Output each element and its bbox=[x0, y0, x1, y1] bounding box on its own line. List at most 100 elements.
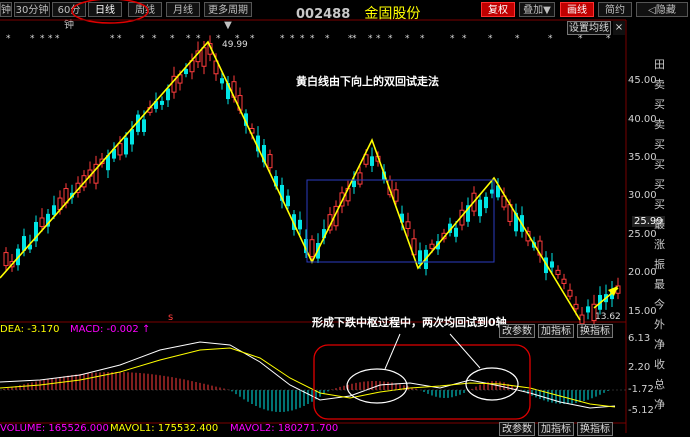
main-annotation: 黄白线由下向上的双回试走法 bbox=[296, 75, 439, 88]
signal-marker: * bbox=[462, 34, 467, 44]
signal-marker: * bbox=[140, 34, 145, 44]
candle-body bbox=[555, 269, 561, 275]
macd-annotation: 形成下跌中枢过程中，两次均回试到0轴 bbox=[312, 316, 507, 329]
signal-marker: * bbox=[186, 34, 191, 44]
candle-body bbox=[567, 289, 573, 297]
signal-marker: * bbox=[388, 34, 393, 44]
candle-body bbox=[490, 189, 494, 194]
signal-marker: * bbox=[352, 34, 357, 44]
candle-body bbox=[267, 154, 273, 169]
signal-marker: * bbox=[170, 34, 175, 44]
ma-close-icon[interactable]: × bbox=[613, 21, 625, 35]
candle-body bbox=[393, 189, 399, 202]
signal-marker: * bbox=[368, 34, 373, 44]
signal-marker: * bbox=[488, 34, 493, 44]
price-tick: 15.00 bbox=[628, 306, 657, 317]
candle-body bbox=[124, 137, 128, 155]
trend-line bbox=[0, 40, 581, 321]
signal-marker: * bbox=[30, 34, 35, 44]
candle-body bbox=[142, 119, 146, 132]
vol-switch-indicator-button[interactable]: 换指标 bbox=[577, 422, 613, 436]
vol-add-indicator-button[interactable]: 加指标 bbox=[538, 422, 574, 436]
signal-markers: * * * * * * * * * * * * * * * * * * * * * * * * * * * * * * * * * * bbox=[6, 34, 611, 44]
signal-marker: * bbox=[300, 34, 305, 44]
quote-side-label: 涨 bbox=[654, 238, 665, 251]
candle-body bbox=[454, 227, 458, 237]
candle-body bbox=[3, 252, 9, 267]
signal-marker: * bbox=[55, 34, 60, 44]
candle-body bbox=[117, 143, 123, 156]
svg-text:s: s bbox=[168, 312, 173, 323]
quote-side-label: 买 bbox=[654, 98, 665, 111]
quote-side-label: 今 bbox=[654, 298, 665, 311]
high-price-label: 49.99 bbox=[222, 40, 248, 50]
signal-marker: * bbox=[325, 34, 330, 44]
signal-marker: * bbox=[290, 34, 295, 44]
macd-tick: -5.12 bbox=[628, 405, 654, 416]
macd-tick: -1.72 bbox=[628, 384, 654, 395]
signal-marker: * bbox=[110, 34, 115, 44]
candle-body bbox=[52, 205, 56, 215]
quote-side-label: 田 bbox=[654, 58, 665, 71]
candle-body bbox=[309, 239, 315, 258]
macd-edit-params-button[interactable]: 改参数 bbox=[499, 324, 535, 338]
price-tick: 25.00 bbox=[628, 229, 657, 240]
candle-body bbox=[573, 303, 579, 310]
vol-edit-params-button[interactable]: 改参数 bbox=[499, 422, 535, 436]
ma-settings-button[interactable]: 设置均线 bbox=[567, 21, 611, 35]
candle-body bbox=[357, 172, 363, 185]
mavol2-label: MAVOL2: 180271.700 bbox=[230, 423, 339, 434]
signal-marker: * bbox=[548, 34, 553, 44]
signal-marker: * bbox=[310, 34, 315, 44]
candle-body bbox=[429, 243, 435, 249]
signal-marker: * bbox=[117, 34, 122, 44]
candle-body bbox=[370, 156, 374, 166]
price-tick: 40.00 bbox=[628, 114, 657, 125]
candle-body bbox=[478, 199, 482, 217]
quote-side-label: 卖 bbox=[654, 78, 665, 91]
kline-chart: * * * * * * * * * * * * * * * * * * * * * * * * * * * * * * * * * * s bbox=[0, 0, 627, 433]
quote-side-label: 买 bbox=[654, 198, 665, 211]
price-tick: 20.00 bbox=[628, 267, 657, 278]
signal-marker: * bbox=[6, 34, 11, 44]
price-tick: 45.00 bbox=[628, 75, 657, 86]
quote-side-label: 买 bbox=[654, 138, 665, 151]
signal-marker: * bbox=[515, 34, 520, 44]
candle-body bbox=[550, 261, 554, 268]
quote-side-label: 总 bbox=[654, 378, 665, 391]
candle-body bbox=[166, 88, 170, 101]
signal-marker: * bbox=[250, 34, 255, 44]
quote-side-label: 净 bbox=[654, 398, 665, 411]
low-price-label: 13.62 bbox=[595, 312, 621, 322]
candle-body bbox=[484, 196, 488, 209]
quote-side-label: 外 bbox=[654, 318, 665, 331]
candle-body bbox=[39, 217, 45, 227]
mavol1-label: MAVOL1: 175532.400 bbox=[110, 423, 219, 434]
candle-body bbox=[286, 195, 290, 207]
macd-highlight-box bbox=[313, 344, 531, 420]
dea-label: DEA: -3.170 bbox=[0, 324, 60, 335]
candle-body bbox=[586, 306, 590, 313]
quote-side-label: 买 bbox=[654, 158, 665, 171]
signal-marker: * bbox=[48, 34, 53, 44]
signal-marker: * bbox=[280, 34, 285, 44]
macd-tick: 6.13 bbox=[628, 333, 651, 344]
candle-body bbox=[561, 278, 567, 284]
macd-switch-indicator-button[interactable]: 换指标 bbox=[577, 324, 613, 338]
signal-marker: * bbox=[405, 34, 410, 44]
quote-side-label: 卖 bbox=[654, 118, 665, 131]
macd-add-indicator-button[interactable]: 加指标 bbox=[538, 324, 574, 338]
quote-side-label: 收 bbox=[654, 358, 665, 371]
candle-body bbox=[220, 78, 224, 84]
quote-side-label: 最 bbox=[654, 278, 665, 291]
candle-body bbox=[201, 47, 207, 67]
macd-histogram bbox=[3, 372, 609, 412]
candle-body bbox=[298, 219, 302, 230]
macd-label: MACD: -0.002 ↑ bbox=[70, 324, 151, 335]
price-tick: 30.00 bbox=[628, 190, 657, 201]
signal-marker: * bbox=[152, 34, 157, 44]
signal-marker: * bbox=[420, 34, 425, 44]
quote-side-label: 最 bbox=[654, 218, 665, 231]
candle-body bbox=[130, 129, 134, 145]
quote-side-label: 净 bbox=[654, 338, 665, 351]
